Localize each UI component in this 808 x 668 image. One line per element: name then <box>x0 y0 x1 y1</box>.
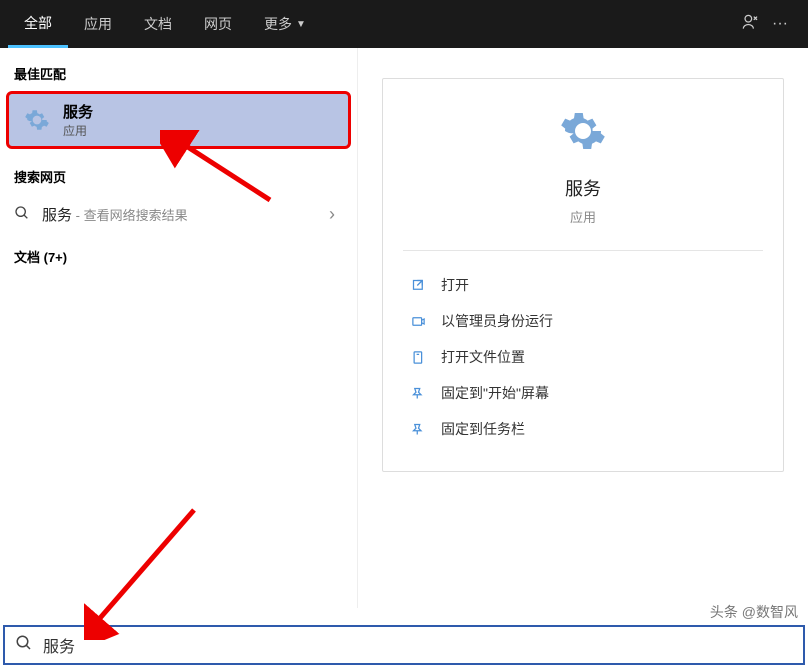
folder-icon <box>409 350 427 365</box>
actions-list: 打开 以管理员身份运行 打开文件位置 <box>403 250 763 447</box>
gear-icon <box>23 106 51 134</box>
action-run-admin[interactable]: 以管理员身份运行 <box>403 303 763 339</box>
action-open-location-label: 打开文件位置 <box>441 347 525 367</box>
best-match-header: 最佳匹配 <box>0 60 357 91</box>
best-match-title: 服务 <box>63 101 93 122</box>
chevron-right-icon: › <box>329 204 343 225</box>
tab-docs[interactable]: 文档 <box>128 0 188 48</box>
results-panel: 最佳匹配 服务 应用 搜索网页 服务 - 查看网络搜索结果 › 文档 (7+) <box>0 48 358 608</box>
action-open-location[interactable]: 打开文件位置 <box>403 339 763 375</box>
tab-more[interactable]: 更多 ▼ <box>248 0 322 48</box>
watermark-text: 头条 @数智风 <box>710 602 798 622</box>
action-open[interactable]: 打开 <box>403 267 763 303</box>
search-tabs-bar: 全部 应用 文档 网页 更多 ▼ ··· <box>0 0 808 48</box>
action-pin-taskbar-label: 固定到任务栏 <box>441 419 525 439</box>
action-open-label: 打开 <box>441 275 469 295</box>
action-pin-start[interactable]: 固定到"开始"屏幕 <box>403 375 763 411</box>
search-input[interactable] <box>43 636 793 654</box>
shield-icon <box>409 314 427 329</box>
tab-apps[interactable]: 应用 <box>68 0 128 48</box>
ellipsis-icon[interactable]: ··· <box>772 15 788 33</box>
preview-subtitle: 应用 <box>570 207 596 226</box>
main-area: 最佳匹配 服务 应用 搜索网页 服务 - 查看网络搜索结果 › 文档 (7+) <box>0 48 808 608</box>
preview-title: 服务 <box>565 175 601 201</box>
best-match-item[interactable]: 服务 应用 <box>6 91 351 149</box>
action-pin-taskbar[interactable]: 固定到任务栏 <box>403 411 763 447</box>
tab-more-label: 更多 <box>264 14 292 34</box>
tab-all[interactable]: 全部 <box>8 0 68 48</box>
preview-card: 服务 应用 打开 以管理员身份运行 <box>382 78 784 472</box>
docs-header: 文档 (7+) <box>0 243 357 274</box>
pin-icon <box>409 422 427 437</box>
web-search-item[interactable]: 服务 - 查看网络搜索结果 › <box>0 194 357 235</box>
action-pin-start-label: 固定到"开始"屏幕 <box>441 383 549 403</box>
search-icon <box>15 634 33 657</box>
open-icon <box>409 278 427 293</box>
pin-icon <box>409 386 427 401</box>
feedback-icon[interactable] <box>740 12 760 37</box>
best-match-subtitle: 应用 <box>63 122 93 139</box>
search-icon <box>14 205 32 225</box>
web-query-text: 服务 <box>42 207 72 224</box>
search-web-header: 搜索网页 <box>0 163 357 194</box>
gear-icon <box>559 107 607 155</box>
search-bar[interactable] <box>3 625 805 665</box>
chevron-down-icon: ▼ <box>296 19 306 30</box>
preview-panel: 服务 应用 打开 以管理员身份运行 <box>358 48 808 608</box>
web-query-sub: - 查看网络搜索结果 <box>72 208 188 223</box>
tab-web[interactable]: 网页 <box>188 0 248 48</box>
action-run-admin-label: 以管理员身份运行 <box>441 311 553 331</box>
